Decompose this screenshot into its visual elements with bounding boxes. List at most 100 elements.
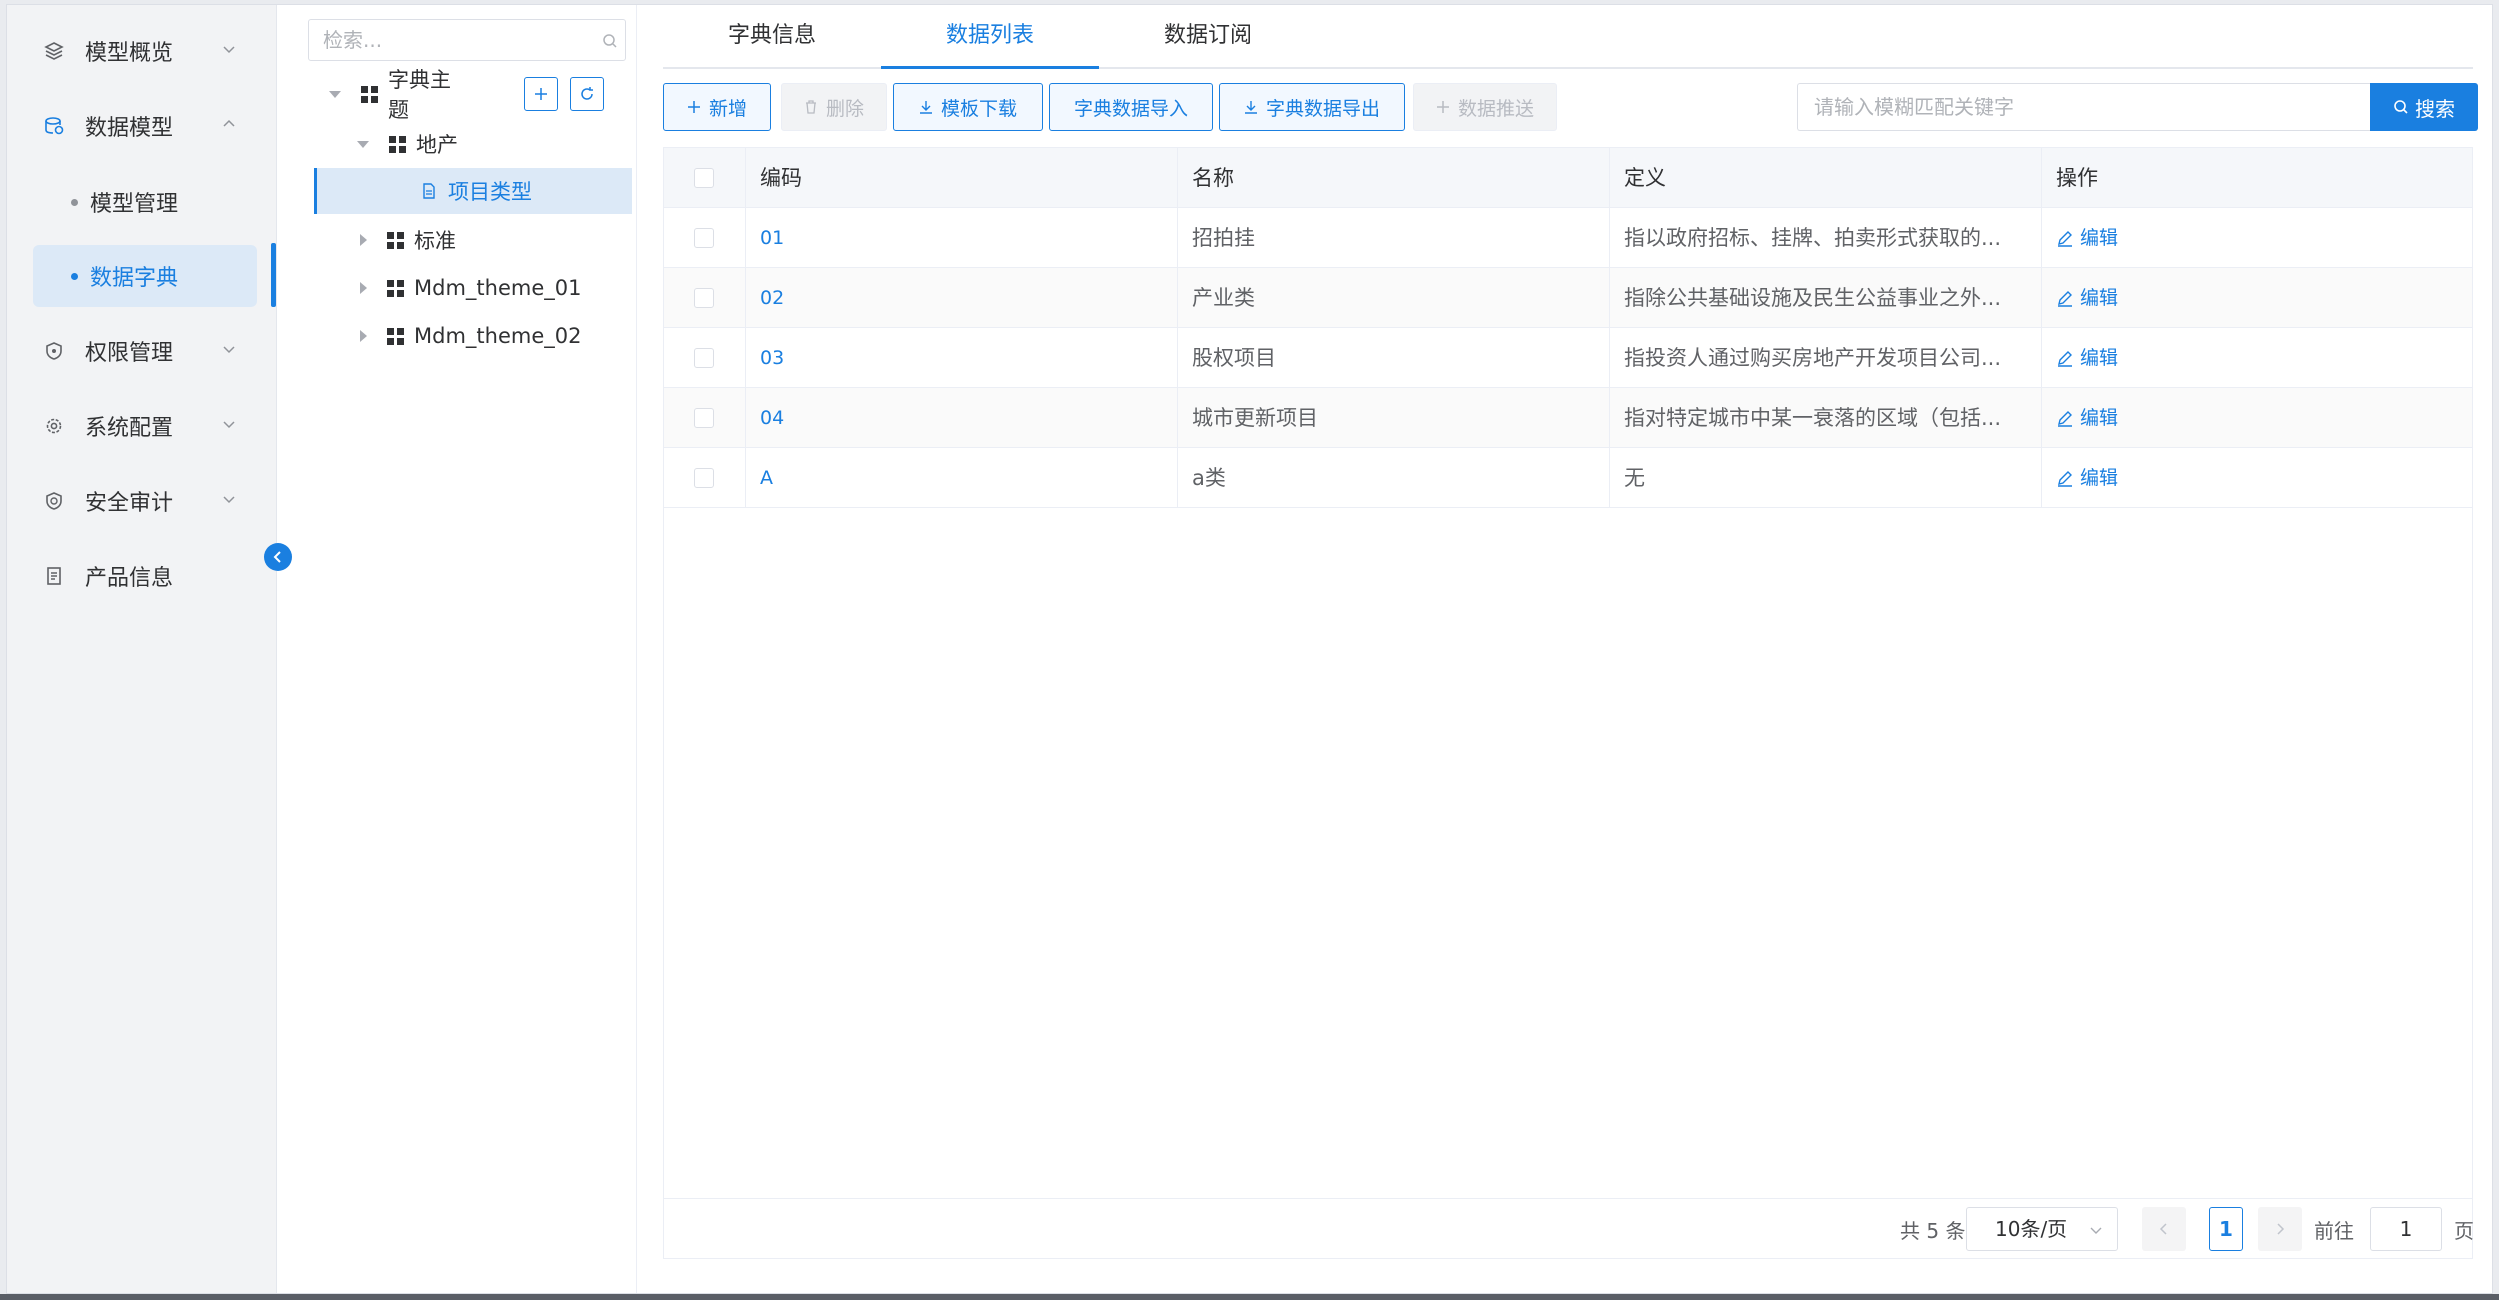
search-button[interactable]: 搜索	[2370, 83, 2478, 131]
cell-definition: 无	[1610, 448, 2042, 508]
next-page-button[interactable]	[2258, 1207, 2302, 1251]
row-checkbox[interactable]	[694, 408, 714, 428]
tab-data-subscription[interactable]: 数据订阅	[1099, 5, 1317, 69]
cell-name: 股权项目	[1178, 328, 1610, 388]
edit-button[interactable]: 编辑	[2056, 388, 2118, 448]
nav-sub-item-model-management[interactable]: 模型管理	[33, 171, 257, 233]
nav-sub-label: 数据字典	[90, 266, 179, 291]
keyword-search-input[interactable]: 请输入模糊匹配关键字	[1797, 83, 2371, 131]
template-download-button[interactable]: 模板下载	[893, 83, 1043, 131]
tree-node-mdm-theme-01[interactable]: Mdm_theme_01	[360, 265, 610, 311]
edit-button[interactable]: 编辑	[2056, 208, 2118, 268]
prev-page-button[interactable]	[2142, 1207, 2186, 1251]
layers-icon	[43, 40, 65, 62]
database-icon	[43, 115, 65, 137]
grid-icon	[387, 327, 404, 345]
data-push-button[interactable]: 数据推送	[1413, 83, 1557, 131]
cell-code[interactable]: 02	[746, 268, 1178, 328]
row-checkbox[interactable]	[694, 348, 714, 368]
chevron-down-icon	[2090, 1227, 2102, 1234]
cell-name: 产业类	[1178, 268, 1610, 328]
cell-definition: 指对特定城市中某一衰落的区域（包括...	[1610, 388, 2042, 448]
document-icon	[43, 565, 65, 587]
edit-button[interactable]: 编辑	[2056, 328, 2118, 388]
row-checkbox[interactable]	[694, 288, 714, 308]
chevron-up-icon	[223, 119, 235, 127]
edit-button[interactable]: 编辑	[2056, 268, 2118, 328]
search-icon	[2394, 100, 2408, 114]
nav-item-data-model[interactable]: 数据模型	[33, 96, 257, 156]
bullet-dot	[71, 272, 78, 280]
tree-node-label: 标准	[414, 229, 456, 253]
refresh-icon	[581, 87, 593, 100]
nav-item-system-config[interactable]: 系统配置	[33, 396, 257, 456]
page-number-current[interactable]: 1	[2209, 1207, 2243, 1251]
tree-search-input[interactable]: 检索...	[308, 19, 626, 61]
select-all-checkbox[interactable]	[694, 168, 714, 188]
nav-item-label: 系统配置	[85, 416, 174, 441]
grid-icon	[389, 135, 406, 153]
nav-item-label: 安全审计	[85, 491, 174, 516]
header-select-all	[664, 148, 746, 208]
chevron-down-icon	[223, 46, 235, 54]
active-indicator	[271, 243, 276, 307]
chevron-down-icon	[223, 421, 235, 429]
plus-icon	[535, 88, 547, 100]
edit-button[interactable]: 编辑	[2056, 448, 2118, 508]
caret-down-icon	[329, 90, 341, 98]
column-header-action: 操作	[2056, 166, 2098, 190]
refresh-tree-button[interactable]	[570, 77, 604, 111]
tree-node-dict-theme[interactable]: 字典主题	[329, 68, 469, 122]
cell-code[interactable]: 03	[746, 328, 1178, 388]
table-row: 04 城市更新项目 指对特定城市中某一衰落的区域（包括... 编辑	[664, 388, 2472, 448]
tab-dict-info[interactable]: 字典信息	[663, 5, 881, 69]
cell-name: a类	[1178, 448, 1610, 508]
goto-page-input[interactable]: 1	[2370, 1207, 2442, 1251]
tree-node-mdm-theme-02[interactable]: Mdm_theme_02	[360, 313, 610, 359]
add-theme-button[interactable]	[524, 77, 558, 111]
add-button[interactable]: 新增	[663, 83, 771, 131]
tree-node-standard[interactable]: 标准	[360, 217, 520, 263]
tree-node-project-type[interactable]: 项目类型	[314, 168, 632, 214]
tab-data-list[interactable]: 数据列表	[881, 5, 1099, 69]
document-icon	[423, 183, 435, 199]
dict-export-button[interactable]: 字典数据导出	[1219, 83, 1405, 131]
grid-icon	[361, 85, 378, 103]
edit-icon	[2058, 411, 2072, 427]
cell-name: 招拍挂	[1178, 208, 1610, 268]
edit-icon	[2058, 291, 2072, 307]
download-icon	[919, 100, 933, 114]
cell-definition: 指除公共基础设施及民生公益事业之外...	[1610, 268, 2042, 328]
tree-node-real-estate[interactable]: 地产	[357, 121, 507, 167]
nav-item-permission[interactable]: 权限管理	[33, 321, 257, 381]
page-unit-label: 页	[2454, 1219, 2474, 1243]
bottom-border	[0, 1294, 2499, 1300]
nav-item-label: 权限管理	[85, 341, 174, 366]
chevron-right-icon	[2277, 1223, 2285, 1235]
table-row: 01 招拍挂 指以政府招标、挂牌、拍卖形式获取的... 编辑	[664, 208, 2472, 268]
nav-item-model-overview[interactable]: 模型概览	[33, 21, 257, 81]
sidebar-nav: 模型概览 数据模型 模型管理 数据字典 权限管理 系统配置 安全审计 产品信息	[7, 5, 292, 1293]
page-size-select[interactable]: 10条/页	[1966, 1207, 2118, 1251]
column-header-definition: 定义	[1610, 148, 2042, 208]
delete-button[interactable]: 删除	[781, 83, 887, 131]
gear-icon	[43, 415, 65, 437]
pagination-total: 共 5 条	[1900, 1219, 1966, 1243]
nav-item-product-info[interactable]: 产品信息	[33, 546, 257, 606]
dict-import-button[interactable]: 字典数据导入	[1049, 83, 1213, 131]
row-checkbox[interactable]	[694, 468, 714, 488]
download-icon	[1244, 100, 1258, 114]
grid-icon	[387, 231, 404, 249]
row-checkbox[interactable]	[694, 228, 714, 248]
table-row: A a类 无 编辑	[664, 448, 2472, 508]
nav-sub-item-data-dictionary[interactable]: 数据字典	[33, 245, 257, 307]
cell-code[interactable]: 04	[746, 388, 1178, 448]
cell-code[interactable]: A	[746, 448, 1178, 508]
data-table: 编码 名称 定义 操作 01 招拍挂 指以政府招标、挂牌、拍卖形式获取的... …	[663, 147, 2474, 1259]
column-header-name: 名称	[1178, 148, 1610, 208]
cell-name: 城市更新项目	[1178, 388, 1610, 448]
nav-item-security-audit[interactable]: 安全审计	[33, 471, 257, 531]
cell-code[interactable]: 01	[746, 208, 1178, 268]
edit-icon	[2058, 471, 2072, 487]
chevron-left-icon	[273, 551, 281, 563]
